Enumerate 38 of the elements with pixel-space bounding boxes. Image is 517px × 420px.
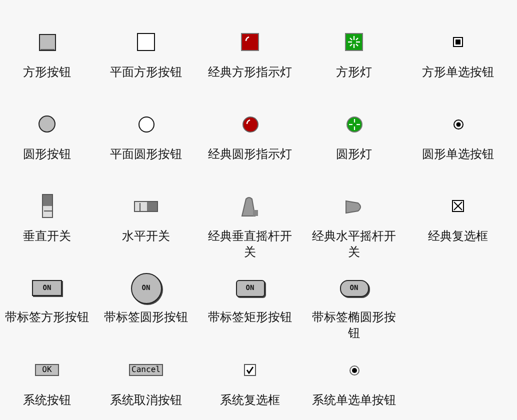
- square-button[interactable]: [38, 34, 56, 50]
- control-label: 系统单选单按钮: [311, 392, 397, 408]
- toggle-switch[interactable]: [344, 198, 364, 214]
- control-label: 经典圆形指示灯: [207, 146, 293, 162]
- control-label: 平面圆形按钮: [109, 146, 183, 162]
- square-button[interactable]: [137, 33, 155, 51]
- control-label: 经典水平摇杆开关: [311, 228, 397, 260]
- checkbox[interactable]: [244, 364, 256, 376]
- radio-button[interactable]: [453, 37, 463, 47]
- control-label: 圆形灯: [335, 146, 373, 162]
- control-label: 带标签圆形按钮: [103, 309, 189, 325]
- control-label: 垂直开关: [22, 228, 72, 244]
- system-button[interactable]: OK: [35, 364, 59, 376]
- control-label: 水平开关: [121, 228, 171, 244]
- control-label: 平面方形按钮: [109, 64, 183, 80]
- control-label: 系统按钮: [22, 392, 72, 408]
- round-button[interactable]: [138, 116, 154, 132]
- control-label: 系统取消按钮: [109, 392, 183, 408]
- control-label: 经典复选框: [427, 228, 489, 244]
- control-label: 经典方形指示灯: [207, 64, 293, 80]
- toggle-switch[interactable]: [241, 196, 259, 216]
- control-label: 带标签方形按钮: [4, 309, 90, 325]
- control-label: 方形按钮: [22, 64, 72, 80]
- control-label: 带标签矩形按钮: [207, 309, 293, 325]
- control-label: 圆形按钮: [22, 146, 72, 162]
- control-label: 圆形单选按钮: [421, 146, 495, 162]
- control-label: 带标签椭圆形按钮: [311, 309, 397, 341]
- horizontal-switch[interactable]: [134, 200, 158, 212]
- control-label: 系统复选框: [219, 392, 281, 408]
- system-button[interactable]: Cancel: [128, 364, 164, 376]
- round-button[interactable]: [38, 115, 56, 133]
- control-label: 经典垂直摇杆开关: [207, 228, 293, 260]
- radio-button[interactable]: [348, 364, 360, 376]
- control-label: 方形单选按钮: [421, 64, 495, 80]
- control-label: 方形灯: [335, 64, 373, 80]
- vertical-switch[interactable]: [42, 194, 52, 218]
- radio-button[interactable]: [452, 118, 464, 130]
- checkbox[interactable]: [452, 200, 464, 212]
